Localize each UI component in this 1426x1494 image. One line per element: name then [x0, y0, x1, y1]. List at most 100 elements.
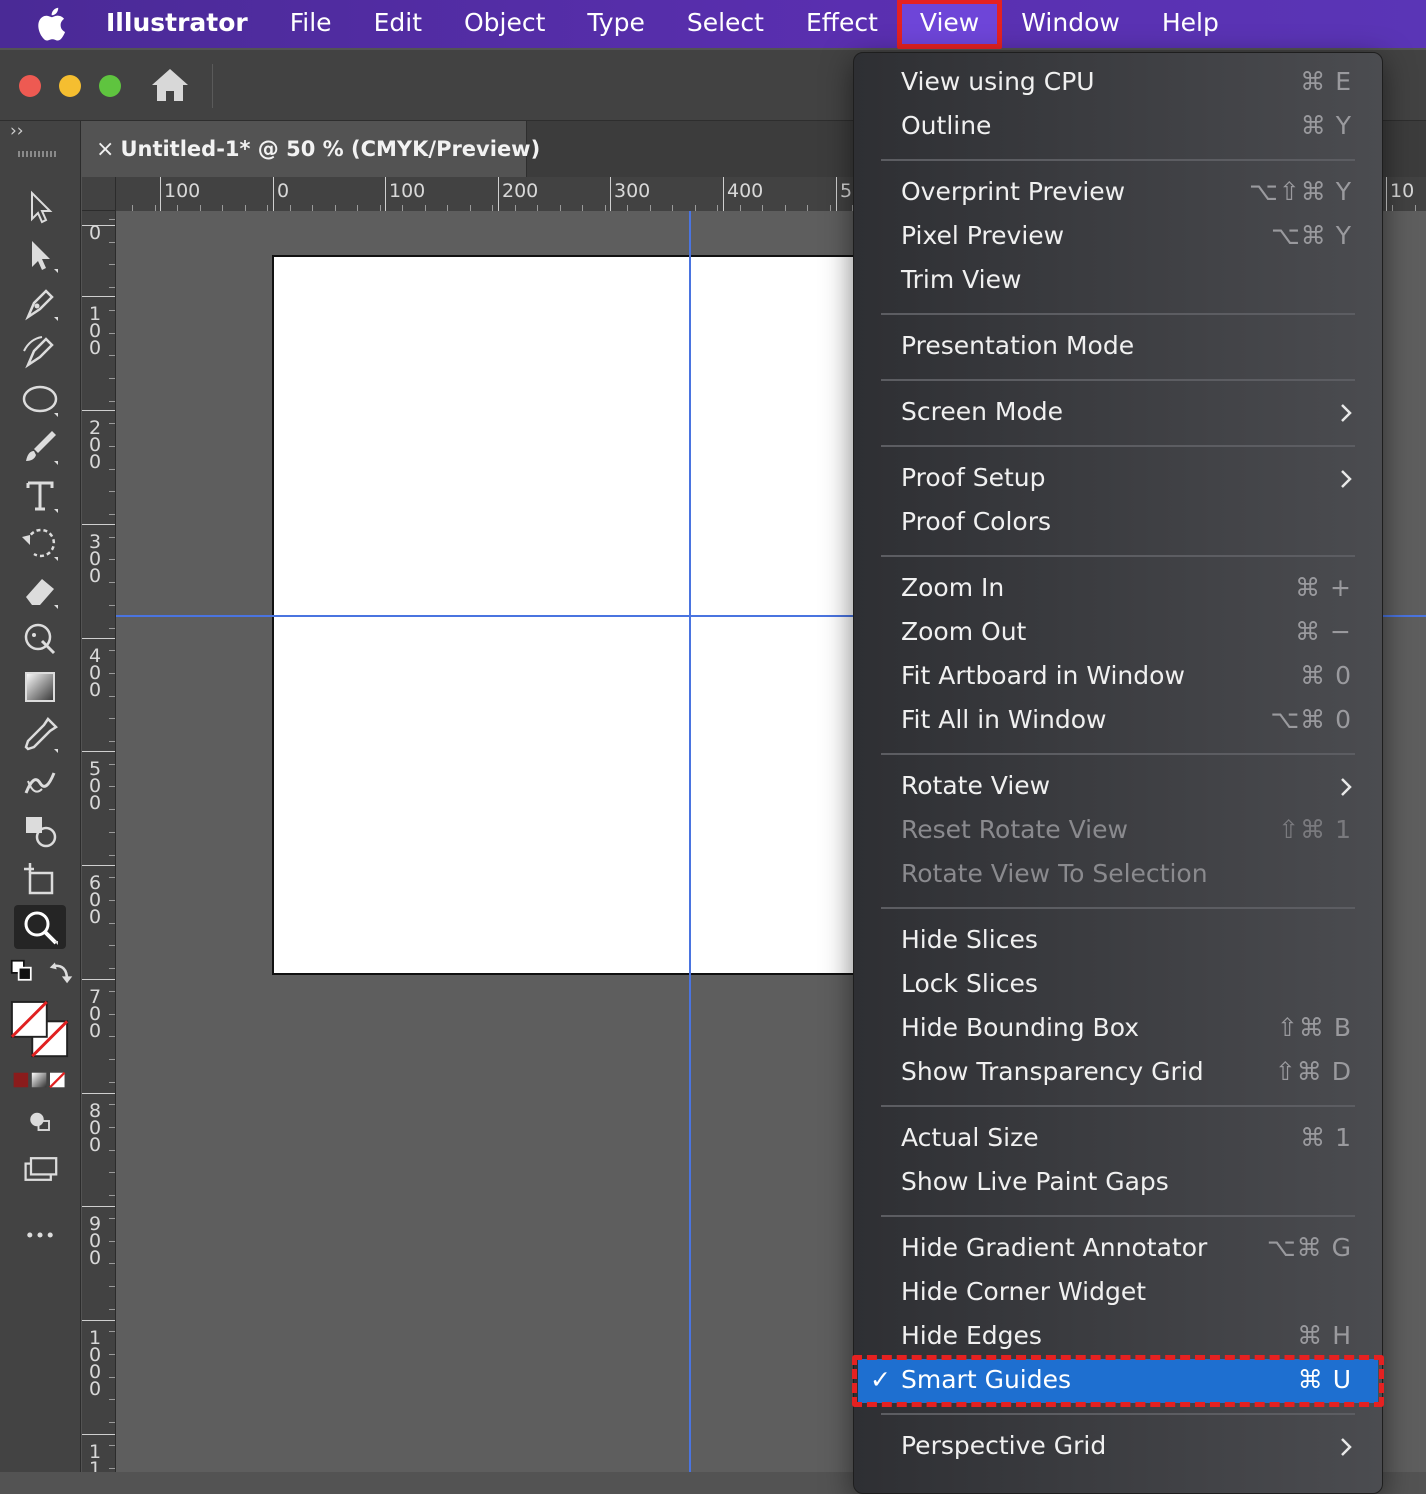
menu-item-label: Proof Colors — [901, 507, 1051, 536]
ruler-minor-tick — [109, 809, 115, 810]
artboard-tool-icon[interactable] — [14, 857, 66, 901]
panel-grip-handle[interactable] — [18, 151, 58, 157]
ruler-minor-tick — [109, 378, 115, 379]
ruler-minor-tick — [109, 1082, 115, 1083]
menu-window[interactable]: Window — [1000, 0, 1141, 48]
menu-item-label: Fit All in Window — [901, 705, 1107, 734]
ruler-major-tick — [498, 177, 499, 211]
ruler-tick-label: 600 — [88, 872, 102, 928]
menu-item-reset-rotate-view[interactable]: Reset Rotate View ⇧⌘ 1 — [854, 809, 1382, 853]
menu-item-shortcut: ⌘ + — [1295, 573, 1352, 602]
document-tab[interactable]: × Untitled-1* @ 50 % (CMYK/Preview) — [82, 121, 540, 177]
rotate-tool-icon[interactable] — [14, 521, 66, 565]
menu-item-label: Show Live Paint Gaps — [901, 1167, 1169, 1196]
blend-tool-icon[interactable] — [14, 761, 66, 805]
menu-item-actual-size[interactable]: Actual Size ⌘ 1 — [854, 1117, 1382, 1161]
ruler-minor-tick — [109, 1422, 115, 1423]
menu-item-overprint-preview[interactable]: Overprint Preview ⌥⇧⌘ Y — [854, 171, 1382, 215]
menu-object[interactable]: Object — [443, 0, 566, 48]
ruler-tick-label: 700 — [88, 986, 102, 1042]
menu-item-show-live-paint-gaps[interactable]: Show Live Paint Gaps — [854, 1161, 1382, 1205]
menu-type[interactable]: Type — [566, 0, 665, 48]
swap-fill-stroke-icon[interactable] — [46, 957, 76, 987]
vertical-ruler[interactable]: 0 100 200 300 400 500 600 700 800 900 1000 110 — [82, 211, 116, 1472]
menu-item-rotate-view-to-selection[interactable]: Rotate View To Selection — [854, 853, 1382, 897]
apple-logo-icon[interactable] — [0, 0, 106, 48]
window-zoom-button[interactable] — [99, 75, 121, 97]
menu-item-shortcut: ⌘ 1 — [1300, 1123, 1352, 1152]
menu-item-zoom-in[interactable]: Zoom In ⌘ + — [854, 567, 1382, 611]
tab-close-icon[interactable]: × — [96, 137, 114, 162]
menu-help[interactable]: Help — [1141, 0, 1240, 48]
draw-mode-icon[interactable] — [14, 1099, 66, 1143]
menu-bar: Illustrator File Edit Object Type Select… — [0, 0, 1426, 49]
more-tools-icon[interactable] — [14, 1213, 66, 1257]
menu-item-proof-setup[interactable]: Proof Setup — [854, 457, 1382, 501]
ruler-minor-tick — [109, 741, 115, 742]
menu-item-hide-bounding-box[interactable]: Hide Bounding Box ⇧⌘ B — [854, 1007, 1382, 1051]
menu-item-label: Hide Edges — [901, 1321, 1042, 1350]
eraser-tool-icon[interactable] — [14, 569, 66, 613]
menu-edit[interactable]: Edit — [353, 0, 443, 48]
ellipse-tool-icon[interactable] — [14, 377, 66, 421]
pen-tool-icon[interactable] — [14, 281, 66, 325]
menu-item-smart-guides[interactable]: ✓ Smart Guides ⌘ U — [852, 1355, 1384, 1407]
menu-item-lock-slices[interactable]: Lock Slices — [854, 963, 1382, 1007]
menu-file[interactable]: File — [269, 0, 353, 48]
direct-selection-tool-icon[interactable] — [14, 233, 66, 277]
change-screen-mode-icon[interactable] — [14, 1147, 66, 1191]
view-menu-dropdown: View using CPU ⌘ E Outline ⌘ Y Overprint Pre… — [852, 52, 1384, 1494]
ruler-minor-tick — [109, 446, 115, 447]
paintbrush-tool-icon[interactable] — [14, 425, 66, 469]
menu-view[interactable]: View — [896, 0, 1003, 49]
menu-item-hide-slices[interactable]: Hide Slices — [854, 919, 1382, 963]
puppet-warp-tool-icon[interactable] — [14, 617, 66, 661]
type-tool-icon[interactable] — [14, 473, 66, 517]
menu-item-screen-mode[interactable]: Screen Mode — [854, 391, 1382, 435]
ruler-tick-label: 800 — [88, 1100, 102, 1156]
menu-item-perspective-grid[interactable]: Perspective Grid — [854, 1425, 1382, 1469]
menu-item-hide-gradient-annotator[interactable]: Hide Gradient Annotator ⌥⌘ G — [854, 1227, 1382, 1271]
menu-item-rotate-view[interactable]: Rotate View — [854, 765, 1382, 809]
menu-select[interactable]: Select — [666, 0, 785, 48]
menu-item-view-using-cpu[interactable]: View using CPU ⌘ E — [854, 61, 1382, 105]
menu-item-shortcut: ⌘ H — [1297, 1321, 1352, 1350]
ruler-major-tick — [82, 638, 115, 639]
zoom-tool-icon[interactable] — [14, 905, 66, 949]
shape-builder-tool-icon[interactable] — [14, 809, 66, 853]
ruler-minor-tick — [109, 1036, 115, 1037]
ruler-origin-corner[interactable] — [82, 177, 116, 211]
window-minimize-button[interactable] — [59, 75, 81, 97]
color-mode-buttons[interactable] — [10, 1069, 70, 1091]
menu-item-shortcut: ⌘ − — [1295, 617, 1352, 646]
menu-item-fit-artboard-in-window[interactable]: Fit Artboard in Window ⌘ 0 — [854, 655, 1382, 699]
menu-item-pixel-preview[interactable]: Pixel Preview ⌥⌘ Y — [854, 215, 1382, 259]
ruler-minor-tick — [109, 423, 115, 424]
menu-item-proof-colors[interactable]: Proof Colors — [854, 501, 1382, 545]
menu-item-hide-edges[interactable]: Hide Edges ⌘ H — [854, 1315, 1382, 1359]
menu-effect[interactable]: Effect — [785, 0, 899, 48]
gradient-tool-icon[interactable] — [14, 665, 66, 709]
window-close-button[interactable] — [19, 75, 41, 97]
ruler-minor-tick — [109, 991, 115, 992]
fill-stroke-swatch[interactable] — [8, 999, 72, 1063]
eyedropper-tool-icon[interactable] — [14, 713, 66, 757]
menu-item-trim-view[interactable]: Trim View — [854, 259, 1382, 303]
menu-item-presentation-mode[interactable]: Presentation Mode — [854, 325, 1382, 369]
menu-item-label: Show Transparency Grid — [901, 1057, 1204, 1086]
menu-item-show-transparency-grid[interactable]: Show Transparency Grid ⇧⌘ D — [854, 1051, 1382, 1095]
curvature-tool-icon[interactable] — [14, 329, 66, 373]
selection-tool-icon[interactable] — [14, 185, 66, 229]
vertical-guide[interactable] — [689, 211, 691, 1472]
menu-item-outline[interactable]: Outline ⌘ Y — [854, 105, 1382, 149]
menu-app-name[interactable]: Illustrator — [106, 0, 269, 48]
home-icon[interactable] — [150, 66, 190, 104]
default-fill-stroke-icon[interactable] — [8, 957, 38, 987]
ruler-major-tick — [610, 177, 611, 211]
ruler-minor-tick — [109, 1127, 115, 1128]
menu-item-fit-all-in-window[interactable]: Fit All in Window ⌥⌘ 0 — [854, 699, 1382, 743]
panel-collapse-icon[interactable]: ›› — [10, 121, 24, 141]
menu-item-hide-corner-widget[interactable]: Hide Corner Widget — [854, 1271, 1382, 1315]
ruler-minor-tick — [109, 287, 115, 288]
menu-item-zoom-out[interactable]: Zoom Out ⌘ − — [854, 611, 1382, 655]
